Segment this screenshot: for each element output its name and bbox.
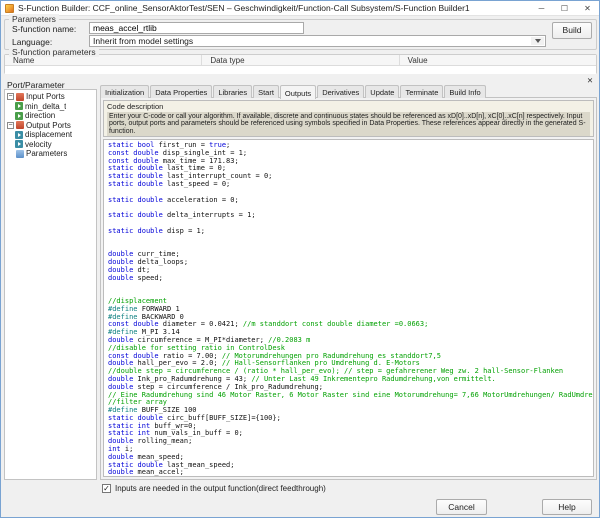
input-port-icon: [15, 111, 23, 120]
tab-data-properties[interactable]: Data Properties: [150, 85, 213, 98]
code-line: static double acceleration = 0;: [108, 195, 239, 204]
maximize-icon[interactable]: ☐: [553, 1, 576, 16]
code-line: // Eine Radumdrehung sind 46 Motor Raste…: [108, 390, 594, 399]
chevron-down-icon[interactable]: [531, 37, 544, 45]
titlebar: S-Function Builder: CCF_online_SensorAkt…: [1, 1, 599, 16]
tab-start[interactable]: Start: [253, 85, 279, 98]
sfunction-name-label: S-function name:: [12, 24, 77, 34]
window-controls: ─ ☐ ✕: [530, 1, 599, 16]
input-port-icon: [15, 102, 23, 111]
tree-item-input-ports[interactable]: − Input Ports: [5, 92, 96, 102]
port-parameter-tree: − Input Ports min_delta_t direction − Output …: [4, 89, 97, 480]
tab-initialization[interactable]: Initialization: [100, 85, 150, 98]
tab-libraries[interactable]: Libraries: [213, 85, 253, 98]
tree-item-displacement[interactable]: displacement: [5, 130, 96, 140]
tab-terminate[interactable]: Terminate: [400, 85, 444, 98]
code-line: static double last_speed = 0;: [108, 179, 231, 188]
code-line: double dt;: [108, 265, 151, 274]
expander-icon[interactable]: −: [7, 121, 14, 129]
tab-bar: Initialization Data Properties Libraries St…: [100, 85, 597, 99]
build-button[interactable]: Build: [552, 22, 592, 39]
parameter-table-body[interactable]: [5, 66, 596, 74]
code-line: //displacement: [108, 296, 168, 305]
code-line: const double diameter = 0.0421; //m stan…: [108, 320, 429, 329]
sfunction-parameters-table[interactable]: Name Data type Value: [4, 54, 597, 74]
output-port-icon: [15, 130, 23, 139]
parameters-group-label: Parameters: [9, 14, 59, 24]
parameter-group-icon: [16, 149, 24, 158]
tab-outputs[interactable]: Outputs: [279, 85, 317, 99]
tree-item-label: displacement: [25, 130, 73, 140]
tree-item-label: direction: [25, 111, 56, 121]
help-button[interactable]: Help: [542, 499, 592, 515]
tab-build-info[interactable]: Build Info: [444, 85, 486, 98]
tree-item-label: velocity: [25, 139, 52, 149]
tree-item-direction[interactable]: direction: [5, 111, 96, 121]
code-description-text: Enter your C-code or call your algorithm…: [107, 112, 590, 137]
language-select[interactable]: Inherit from model settings: [89, 35, 546, 47]
tree-item-min-delta-t[interactable]: min_delta_t: [5, 102, 96, 112]
code-description-panel: Code description Enter your C-code or ca…: [103, 100, 594, 137]
sfunction-builder-window: S-Function Builder: CCF_online_SensorAkt…: [0, 0, 600, 518]
sfunction-name-input[interactable]: [89, 22, 304, 34]
code-line: static double delta_interrupts = 1;: [108, 211, 256, 220]
tree-item-velocity[interactable]: velocity: [5, 140, 96, 150]
tree-item-output-ports[interactable]: − Output Ports: [5, 121, 96, 131]
code-line: double mean_accel;: [108, 468, 184, 477]
tree-item-parameters[interactable]: Parameters: [5, 149, 96, 159]
tab-update[interactable]: Update: [365, 85, 400, 98]
code-line: double rolling_mean;: [108, 437, 193, 446]
simulink-app-icon: [5, 3, 14, 13]
output-port-icon: [15, 140, 23, 149]
tree-item-label: min_delta_t: [25, 101, 67, 111]
window-title: S-Function Builder: CCF_online_SensorAkt…: [18, 3, 470, 13]
tab-content-panel: Code description Enter your C-code or ca…: [100, 97, 597, 480]
tree-item-label: Parameters: [26, 149, 68, 159]
input-port-group-icon: [16, 92, 24, 101]
minimize-icon[interactable]: ─: [530, 1, 553, 16]
direct-feedthrough-row: ✓ Inputs are needed in the output functi…: [102, 484, 326, 493]
language-label: Language:: [12, 37, 53, 47]
code-line: static double disp = 1;: [108, 226, 205, 235]
expander-icon[interactable]: −: [7, 93, 14, 101]
tree-item-label: Input Ports: [26, 92, 65, 102]
tree-item-label: Output Ports: [26, 120, 71, 130]
code-line: double speed;: [108, 273, 163, 282]
close-parameters-table-icon[interactable]: ✕: [585, 75, 595, 85]
direct-feedthrough-label: Inputs are needed in the output function…: [115, 484, 326, 493]
direct-feedthrough-checkbox[interactable]: ✓: [102, 484, 111, 493]
output-port-group-icon: [16, 121, 24, 130]
code-line: double delta_loops;: [108, 257, 189, 266]
code-editor[interactable]: static bool first_run = true; const doubl…: [103, 139, 594, 477]
cancel-button[interactable]: Cancel: [436, 499, 487, 515]
language-selected-value: Inherit from model settings: [93, 36, 194, 46]
close-icon[interactable]: ✕: [576, 1, 599, 16]
column-header-data-type: Data type: [202, 55, 400, 65]
code-description-label: Code description: [107, 102, 164, 111]
column-header-value: Value: [407, 56, 428, 65]
tab-derivatives[interactable]: Derivatives: [317, 85, 365, 98]
sfunction-parameters-group-label: S-function parameters: [9, 47, 99, 57]
